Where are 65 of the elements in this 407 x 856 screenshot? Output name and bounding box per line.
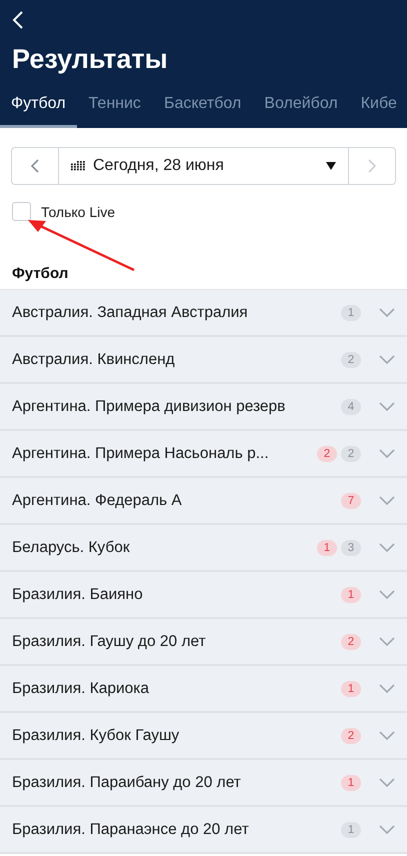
dropdown-icon [326,162,336,170]
sport-tab[interactable]: Волейбол [253,95,349,128]
live-count: 1 [341,586,361,602]
event-count: 3 [341,540,361,556]
chevron-down-icon [379,778,395,788]
league-name: Аргентина. Примера дивизион резерв [12,398,286,416]
chevron-down-icon [379,684,395,694]
live-count: 1 [341,680,361,696]
back-icon [12,10,24,30]
live-checkbox[interactable] [12,202,31,221]
chevron-down-icon [379,636,395,646]
league-name: Бразилия. Баияно [12,586,144,604]
date-dropdown[interactable]: Сегодня, 28 июня [58,148,349,184]
league-row[interactable]: Аргентина. Примера дивизион резерв 4 [0,384,407,431]
league-row[interactable]: Бразилия. Кубок Гаушу 2 [0,713,407,760]
event-count: 1 [341,822,361,838]
page-title: Результаты [12,44,169,75]
live-count: 2 [341,634,361,650]
league-row[interactable]: Бразилия. Параибану до 20 лет 1 [0,760,407,807]
sport-tab[interactable]: Теннис [78,95,152,128]
live-count: 2 [317,446,337,462]
sport-tab[interactable]: Кибе [350,95,407,128]
chevron-right-icon [368,159,376,173]
chevron-down-icon [379,448,395,458]
league-row[interactable]: Аргентина. Федераль А 7 [0,478,407,525]
chevron-left-icon [31,159,39,173]
league-row[interactable]: Аргентина. Примера Насьональ р... 2 2 [0,431,407,478]
event-count: 2 [341,352,361,368]
event-count: 1 [341,304,361,320]
chevron-down-icon [379,542,395,552]
chevron-down-icon [379,308,395,318]
league-row[interactable]: Беларусь. Кубок 1 3 [0,525,407,572]
league-row[interactable]: Бразилия. Баияно 1 [0,572,407,619]
league-row[interactable]: Бразилия. Гаушу до 20 лет 2 [0,619,407,666]
event-count: 4 [341,398,361,414]
event-count: 2 [341,446,361,462]
live-count: 1 [317,540,337,556]
league-name: Бразилия. Параибану до 20 лет [12,774,242,792]
league-row[interactable]: Австралия. Западная Австралия 1 [0,290,407,337]
league-name: Аргентина. Федераль А [12,492,183,510]
league-row[interactable]: Бразилия. Паранаэнсе до 20 лет 1 [0,807,407,854]
live-count: 2 [341,728,361,744]
league-row[interactable]: Бразилия. Кариока 1 [0,666,407,713]
chevron-down-icon [379,496,395,506]
league-name: Бразилия. Кариока [12,680,150,698]
calendar-icon [71,161,85,171]
league-row[interactable]: Австралия. Квинсленд 2 [0,337,407,384]
chevron-down-icon [379,824,395,834]
live-label: Только Live [41,204,116,220]
league-name: Беларусь. Кубок [12,538,131,556]
live-count: 1 [341,774,361,790]
league-name: Австралия. Квинсленд [12,350,176,368]
sport-tab[interactable]: Баскетбол [152,95,252,128]
live-count: 7 [341,492,361,508]
section-title: Футбол [12,265,70,284]
league-name: Бразилия. Гаушу до 20 лет [12,632,207,650]
league-name: Бразилия. Паранаэнсе до 20 лет [12,820,250,838]
league-name: Австралия. Западная Австралия [12,304,249,322]
sport-tab[interactable]: Футбол [0,95,77,128]
league-name: Бразилия. Кубок Гаушу [12,726,180,744]
chevron-down-icon [379,730,395,740]
chevron-down-icon [379,354,395,364]
league-name: Аргентина. Примера Насьональ р... [12,444,270,462]
chevron-down-icon [379,402,395,412]
chevron-down-icon [379,590,395,600]
